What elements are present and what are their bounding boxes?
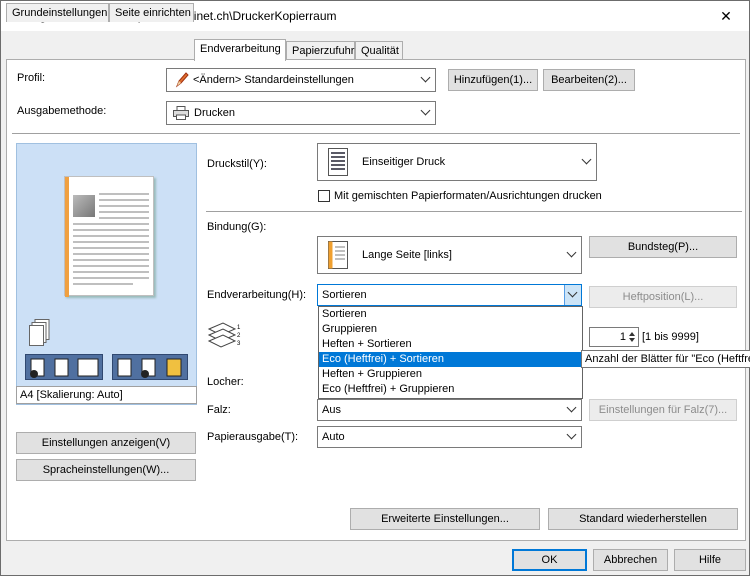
properties-window: Eigenschaften von \\print1.ad.kinet.ch\D… [0,0,750,576]
output-method-value: Drucken [194,107,235,119]
profile-label: Profil: [17,72,46,84]
sheets-count-input[interactable]: 1 [589,327,639,347]
tab-grundeinstellungen[interactable]: Grundeinstellungen [6,3,109,22]
finishing-dropdown-list[interactable]: Sortieren Gruppieren Heften + Sortieren … [318,306,583,399]
finishing-option[interactable]: Heften + Gruppieren [319,367,582,382]
binding-label: Bindung(G): [207,221,267,233]
tab-qualitaet[interactable]: Qualität [355,41,403,60]
finishing-option[interactable]: Heften + Sortieren [319,337,582,352]
help-button[interactable]: Hilfe [674,549,746,571]
chevron-down-icon [567,287,578,298]
pencil-icon [175,72,189,88]
printer-icon [173,106,189,120]
close-button[interactable]: ✕ [703,1,749,31]
dropdown-arrow-box[interactable] [564,285,581,305]
divider [12,133,740,134]
gutter-button[interactable]: Bundsteg(P)... [589,236,737,258]
color-icon [117,358,182,378]
divider [206,211,742,212]
color-mode-icons[interactable] [112,354,188,380]
finishing-value: Sortieren [322,289,367,301]
add-profile-button[interactable]: Hinzufügen(1)... [448,69,538,91]
sheets-range-label: [1 bis 9999] [642,331,699,343]
page-preview [64,176,154,297]
page-layout-icon [30,358,99,378]
chevron-down-icon [566,429,577,440]
spinner-arrows-icon[interactable] [628,330,636,344]
svg-text:3: 3 [237,341,241,347]
output-method-label: Ausgabemethode: [17,105,107,117]
finishing-option[interactable]: Eco (Heftfrei) + Gruppieren [319,382,582,397]
preview-pane [16,143,197,405]
finishing-option[interactable]: Sortieren [319,307,582,322]
mixed-formats-label: Mit gemischten Papierformaten/Ausrichtun… [334,190,602,202]
chevron-down-icon [566,402,577,413]
print-style-value: Einseitiger Druck [362,156,446,168]
long-edge-binding-icon [328,241,348,269]
profile-select[interactable]: <Ändern> Standardeinstellungen [166,68,436,92]
chevron-down-icon [420,105,431,116]
chevron-down-icon [566,247,577,258]
language-settings-button[interactable]: Spracheinstellungen(W)... [16,459,196,481]
print-style-label: Druckstil(Y): [207,158,267,170]
chevron-down-icon [581,154,592,165]
text-lines-lower [73,223,149,285]
svg-text:1: 1 [237,325,241,331]
chevron-down-icon [420,72,431,83]
paper-output-label: Papierausgabe(T): [207,431,299,443]
image-placeholder [73,195,95,217]
tab-endverarbeitung[interactable]: Endverarbeitung [194,39,286,61]
output-method-select[interactable]: Drucken [166,101,436,125]
hole-punch-label: Locher: [207,376,244,388]
svg-text:2: 2 [237,333,241,339]
binding-edge-marker [65,177,69,297]
sheets-stack-icon: 1 2 3 [207,322,241,348]
binding-value: Lange Seite [links] [362,249,452,261]
finishing-option-selected[interactable]: Eco (Heftfrei) + Sortieren [319,352,582,367]
show-settings-button[interactable]: Einstellungen anzeigen(V) [16,432,196,454]
restore-defaults-button[interactable]: Standard wiederherstellen [548,508,738,530]
cancel-button[interactable]: Abbrechen [593,549,668,571]
print-style-select[interactable]: Einseitiger Druck [317,143,597,181]
staple-position-button[interactable]: Heftposition(L)... [589,286,737,308]
advanced-settings-button[interactable]: Erweiterte Einstellungen... [350,508,540,530]
finishing-label: Endverarbeitung(H): [207,289,307,301]
fold-select[interactable]: Aus [317,399,582,421]
duplex-mode-icons[interactable] [25,354,103,380]
single-sided-icon [328,148,348,176]
tab-papierzufuhr[interactable]: Papierzufuhr [286,41,355,60]
stack-icon [29,319,50,346]
fold-label: Falz: [207,404,231,416]
fold-value: Aus [322,404,341,416]
paper-output-select[interactable]: Auto [317,426,582,448]
sheets-tooltip: Anzahl der Blätter für "Eco (Heftfrei) [581,350,750,368]
edit-profile-button[interactable]: Bearbeiten(2)... [543,69,635,91]
finishing-select[interactable]: Sortieren [317,284,582,306]
profile-value: <Ändern> Standardeinstellungen [193,74,354,86]
mixed-formats-checkbox[interactable] [318,190,330,202]
finishing-option[interactable]: Gruppieren [319,322,582,337]
binding-select[interactable]: Lange Seite [links] [317,236,582,274]
fold-settings-button[interactable]: Einstellungen für Falz(7)... [589,399,737,421]
tab-seite-einrichten[interactable]: Seite einrichten [109,3,194,22]
preview-status: A4 [Skalierung: Auto] [16,386,197,404]
sheets-count-value: 1 [619,331,626,343]
ok-button[interactable]: OK [512,549,587,571]
paper-output-value: Auto [322,431,345,443]
